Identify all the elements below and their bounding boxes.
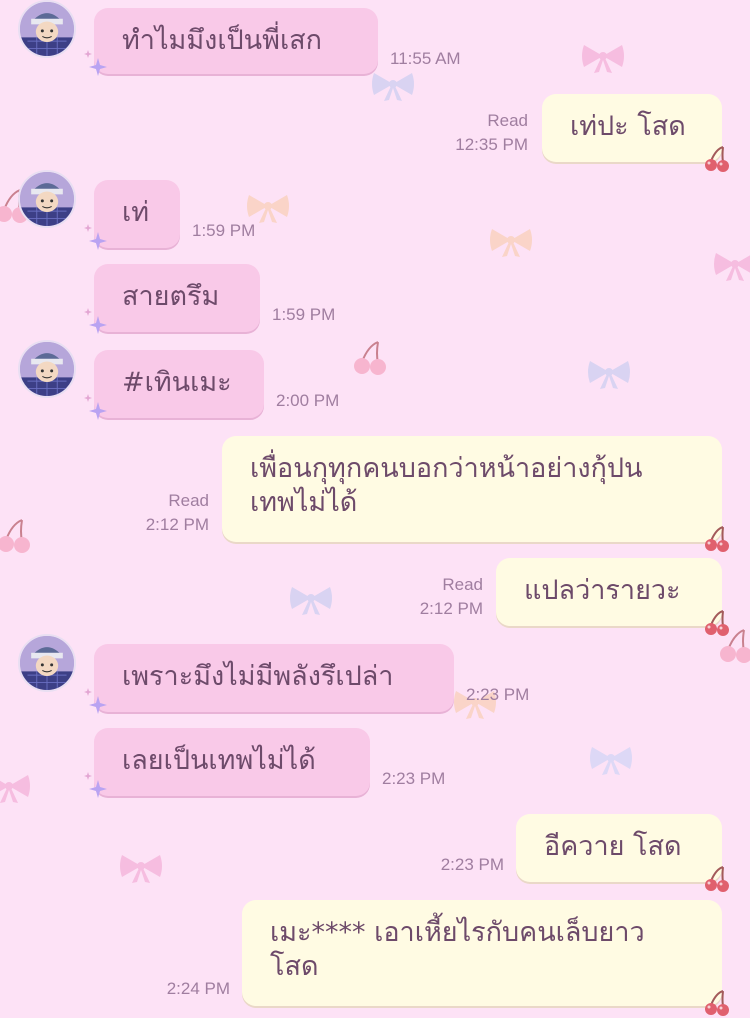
bow-decoration-icon	[118, 852, 164, 884]
bow-decoration-icon	[488, 226, 534, 258]
bow-decoration-icon	[712, 250, 750, 282]
message-time: 2:00 PM	[276, 391, 340, 410]
sparkle-icon	[82, 682, 108, 716]
read-receipt: Read	[442, 575, 483, 594]
message-text: เท่	[122, 197, 150, 228]
message-text: ทำไมมึงเป็นพี่เสก	[122, 25, 322, 56]
bow-decoration-icon	[580, 42, 626, 74]
sparkle-icon	[82, 302, 108, 336]
message-bubble-outgoing[interactable]: เพื่อนกุทุกคนบอกว่าหน้าอย่างกุ้ปน เทพไม่…	[222, 436, 722, 542]
message-bubble-outgoing[interactable]: เมะ**** เอาเหี้ยไรกับคนเล็บยาว โสด	[242, 900, 722, 1006]
bow-decoration-icon	[0, 772, 32, 804]
cherry-icon	[702, 524, 732, 554]
message-text-line: โสด	[270, 951, 319, 982]
bow-decoration-icon	[370, 70, 416, 102]
message-time: 2:23 PM	[466, 685, 530, 704]
cherry-icon	[702, 988, 732, 1018]
read-receipt: Read	[487, 111, 528, 130]
message-bubble-incoming[interactable]: เท่	[94, 180, 180, 248]
message-time: 12:35 PM	[455, 135, 528, 154]
cherry-icon	[702, 144, 732, 174]
cherry-icon	[702, 864, 732, 894]
message-time: 1:59 PM	[192, 221, 256, 240]
message-bubble-outgoing[interactable]: แปลว่ารายวะ	[496, 558, 722, 626]
message-bubble-incoming[interactable]: ทำไมมึงเป็นพี่เสก	[94, 8, 378, 74]
message-text: เลยเป็นเทพไม่ได้	[122, 745, 316, 776]
message-time: 2:12 PM	[419, 599, 483, 618]
avatar[interactable]	[18, 340, 76, 398]
message-text-line: เทพไม่ได้	[250, 487, 358, 518]
message-text: แปลว่ารายวะ	[524, 575, 681, 606]
bow-decoration-icon	[586, 358, 632, 390]
message-bubble-incoming[interactable]: เลยเป็นเทพไม่ได้	[94, 728, 370, 796]
bow-decoration-icon	[588, 744, 634, 776]
message-text: อีควาย โสด	[544, 831, 682, 862]
avatar[interactable]	[18, 634, 76, 692]
bow-decoration-icon	[288, 584, 334, 616]
message-text: เพราะมึงไม่มีพลังรึเปล่า	[122, 661, 394, 692]
sparkle-icon	[82, 766, 108, 800]
message-text-line: เพื่อนกุทุกคนบอกว่าหน้าอย่างกุ้ปน	[250, 453, 643, 484]
message-text-line: เมะ**** เอาเหี้ยไรกับคนเล็บยาว	[270, 917, 645, 948]
message-bubble-incoming[interactable]: #เทินเมะ	[94, 350, 264, 418]
message-time: 11:55 AM	[390, 49, 461, 68]
avatar[interactable]	[18, 170, 76, 228]
message-time: 2:23 PM	[440, 855, 504, 874]
message-text: สายตรึม	[122, 281, 220, 312]
message-text: #เทินเมะ	[122, 367, 232, 398]
sparkle-icon	[82, 388, 108, 422]
message-time: 1:59 PM	[272, 305, 336, 324]
message-bubble-outgoing[interactable]: เท่ปะ โสด	[542, 94, 722, 162]
cherry-decoration-icon	[0, 516, 34, 556]
message-bubble-outgoing[interactable]: อีควาย โสด	[516, 814, 722, 882]
message-bubble-incoming[interactable]: เพราะมึงไม่มีพลังรึเปล่า	[94, 644, 454, 712]
cherry-icon	[702, 608, 732, 638]
read-receipt: Read	[168, 491, 209, 510]
message-text: เท่ปะ โสด	[570, 111, 686, 142]
sparkle-icon	[82, 44, 108, 78]
message-time: 2:24 PM	[166, 979, 230, 998]
avatar[interactable]	[18, 0, 76, 58]
sparkle-icon	[82, 218, 108, 252]
cherry-decoration-icon	[350, 338, 390, 378]
message-bubble-incoming[interactable]: สายตรึม	[94, 264, 260, 332]
message-time: 2:23 PM	[382, 769, 446, 788]
message-time: 2:12 PM	[145, 515, 209, 534]
